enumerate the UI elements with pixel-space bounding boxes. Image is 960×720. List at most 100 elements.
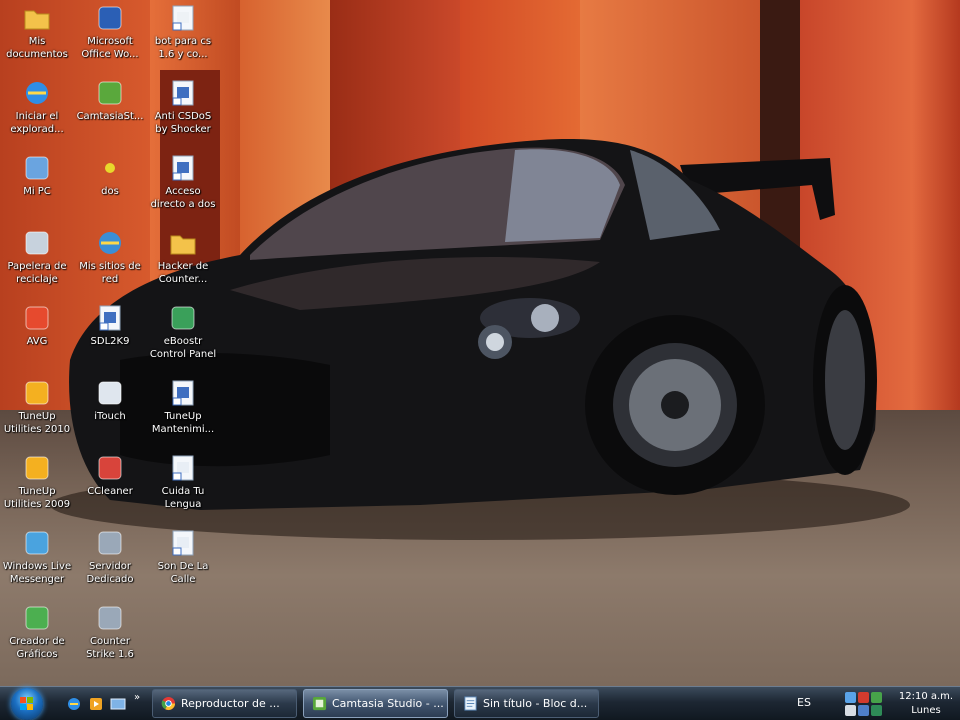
- volume-tray-icon[interactable]: [845, 705, 856, 716]
- desktop-icon[interactable]: Creador de Gráficos: [0, 603, 74, 661]
- notepad-icon: [464, 696, 477, 711]
- desktop-icon[interactable]: dos: [73, 153, 147, 198]
- desktop-icon[interactable]: Windows Live Messenger: [0, 528, 74, 586]
- desktop-icon-label: TuneUp Utilities 2010: [3, 411, 71, 435]
- start-button[interactable]: [11, 688, 43, 720]
- tuneup-icon: [22, 453, 52, 483]
- document-icon: [168, 453, 198, 483]
- desktop-icon[interactable]: CamtasiaSt...: [73, 78, 147, 123]
- document-icon: [168, 528, 198, 558]
- system-tray: [843, 690, 893, 718]
- desktop-icon[interactable]: SDL2K9: [73, 303, 147, 348]
- desktop-icon-label: dos: [101, 186, 119, 197]
- word-icon: [95, 3, 125, 33]
- desktop-icon[interactable]: eBoostr Control Panel: [146, 303, 220, 361]
- taskbar-item-label: Camtasia Studio - ...: [332, 697, 444, 710]
- desktop-icon[interactable]: Microsoft Office Wo...: [73, 3, 147, 61]
- desktop-icon[interactable]: Papelera de reciclaje: [0, 228, 74, 286]
- desktop-icon-label: iTouch: [94, 411, 126, 422]
- desktop-icon[interactable]: Mis documentos: [0, 3, 74, 61]
- desktop-icon-label: Mis sitios de red: [79, 261, 141, 285]
- eboostr-icon: [168, 303, 198, 333]
- desktop-icon[interactable]: AVG: [0, 303, 74, 348]
- shortcut-icon: [168, 378, 198, 408]
- messenger-icon: [22, 528, 52, 558]
- windows-logo-icon: [20, 697, 33, 710]
- show-desktop-icon[interactable]: [110, 696, 126, 712]
- desktop-icon-label: Hacker de Counter...: [157, 261, 209, 285]
- folder-icon: [168, 228, 198, 258]
- itouch-icon: [95, 378, 125, 408]
- desktop-icon-label: Counter Strike 1.6: [86, 636, 134, 660]
- desktop-icon-label: eBoostr Control Panel: [149, 336, 217, 360]
- desktop-icon-label: Creador de Gráficos: [9, 636, 65, 660]
- computer-icon: [22, 153, 52, 183]
- desktop-icon[interactable]: Son De La Calle: [146, 528, 220, 586]
- desktop-icon-label: Servidor Dedicado: [86, 561, 134, 585]
- desktop-icon-label: Son De La Calle: [157, 561, 209, 585]
- recycle-bin-icon: [22, 228, 52, 258]
- desktop-icon[interactable]: bot para cs 1.6 y co...: [146, 3, 220, 61]
- desktop-icon-label: Iniciar el explorad...: [10, 111, 64, 135]
- desktop-icon[interactable]: Counter Strike 1.6: [73, 603, 147, 661]
- desktop-icon[interactable]: Anti CSDoS by Shocker: [146, 78, 220, 136]
- desktop-icon-label: Anti CSDoS by Shocker: [154, 111, 212, 135]
- taskbar-item-camtasia[interactable]: Camtasia Studio - ...: [303, 689, 448, 718]
- language-indicator[interactable]: ES: [797, 696, 811, 709]
- counter-strike-icon: [95, 528, 125, 558]
- desktop-icon[interactable]: CCleaner: [73, 453, 147, 498]
- desktop-icon[interactable]: Mi PC: [0, 153, 74, 198]
- desktop-icon[interactable]: Acceso directo a dos: [146, 153, 220, 211]
- desktop-icon-label: TuneUp Utilities 2009: [3, 486, 71, 510]
- desktop-icon-label: Papelera de reciclaje: [7, 261, 67, 285]
- desktop-icon-label: SDL2K9: [90, 336, 130, 347]
- folder-icon: [22, 3, 52, 33]
- security-tray-icon[interactable]: [858, 692, 869, 703]
- text-file-icon: [168, 3, 198, 33]
- messenger-tray-icon[interactable]: [871, 692, 882, 703]
- taskbar-item-reproductor[interactable]: Reproductor de ...: [152, 689, 297, 718]
- desktop-icon-label: AVG: [26, 336, 48, 347]
- chrome-icon: [161, 696, 176, 711]
- desktop-icon[interactable]: Hacker de Counter...: [146, 228, 220, 286]
- camtasia-icon: [95, 78, 125, 108]
- desktop-icon-label: Cuida Tu Lengua: [161, 486, 205, 510]
- network-tray-icon[interactable]: [845, 692, 856, 703]
- network-icon: [95, 228, 125, 258]
- counter-strike-icon: [95, 603, 125, 633]
- clock-time: 12:10 a.m.: [898, 691, 954, 702]
- internet-explorer-icon[interactable]: [66, 696, 82, 712]
- update-tray-icon[interactable]: [858, 705, 869, 716]
- chevron-right-icon[interactable]: »: [134, 692, 150, 708]
- desktop-icon-label: Microsoft Office Wo...: [81, 36, 139, 60]
- taskbar-item-label: Reproductor de ...: [181, 697, 280, 710]
- internet-explorer-icon: [22, 78, 52, 108]
- desktop-icon[interactable]: Cuida Tu Lengua: [146, 453, 220, 511]
- clock[interactable]: 12:10 a.m. Lunes: [896, 690, 956, 718]
- media-player-icon[interactable]: [88, 696, 104, 712]
- shortcut-icon: [168, 78, 198, 108]
- desktop-icon-label: Mis documentos: [6, 36, 68, 60]
- desktop-icon-label: Mi PC: [23, 186, 51, 197]
- desktop-icon-label: bot para cs 1.6 y co...: [154, 36, 212, 60]
- avg-tray-icon[interactable]: [871, 705, 882, 716]
- dot-icon: [95, 153, 125, 183]
- ccleaner-icon: [95, 453, 125, 483]
- tuneup-icon: [22, 378, 52, 408]
- desktop-icon[interactable]: TuneUp Utilities 2009: [0, 453, 74, 511]
- camtasia-icon: [312, 696, 327, 711]
- desktop-icon[interactable]: TuneUp Utilities 2010: [0, 378, 74, 436]
- desktop-icon[interactable]: Mis sitios de red: [73, 228, 147, 286]
- clock-day: Lunes: [911, 705, 941, 716]
- avg-icon: [22, 303, 52, 333]
- shortcut-icon: [95, 303, 125, 333]
- chart-icon: [22, 603, 52, 633]
- desktop-icon[interactable]: Servidor Dedicado: [73, 528, 147, 586]
- shortcut-icon: [168, 153, 198, 183]
- taskbar: » Reproductor de ... Camtasia Studio - .…: [0, 686, 960, 720]
- desktop-icon-label: Acceso directo a dos: [150, 186, 216, 210]
- taskbar-item-notepad[interactable]: Sin título - Bloc d...: [454, 689, 599, 718]
- desktop-icon[interactable]: TuneUp Mantenimi...: [146, 378, 220, 436]
- desktop-icon[interactable]: Iniciar el explorad...: [0, 78, 74, 136]
- desktop-icon[interactable]: iTouch: [73, 378, 147, 423]
